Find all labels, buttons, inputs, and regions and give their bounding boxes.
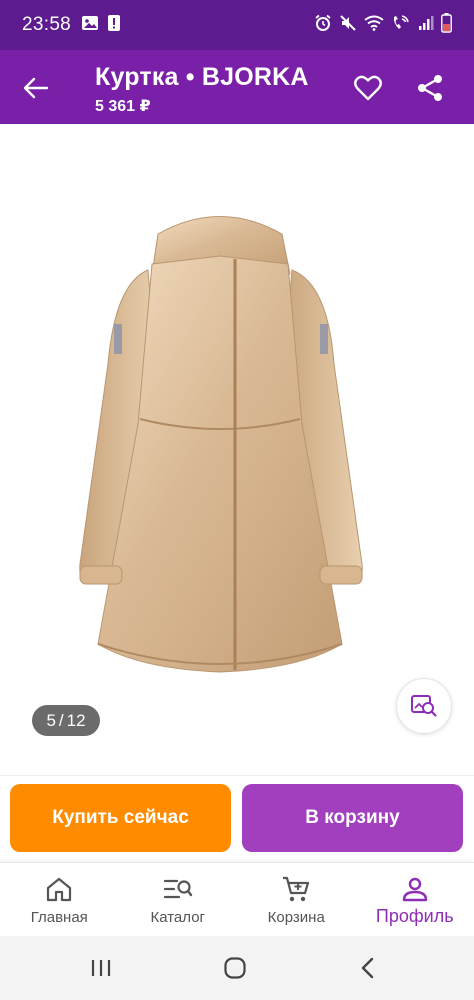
system-navigation-bar <box>0 936 474 1000</box>
nav-label-catalog: Каталог <box>150 909 206 926</box>
cart-icon <box>283 876 310 902</box>
status-time: 23:58 <box>22 14 72 35</box>
visual-search-button[interactable] <box>396 678 452 734</box>
battery-icon <box>441 12 452 38</box>
back-button[interactable] <box>18 70 54 106</box>
heart-icon <box>354 75 382 101</box>
product-price: 5 361 ₽ <box>95 98 151 115</box>
divider <box>0 775 474 776</box>
alert-icon <box>107 14 121 37</box>
nav-label-cart: Корзина <box>267 909 325 926</box>
page-title: Куртка • BJORKA <box>95 63 309 91</box>
mute-icon <box>339 14 357 37</box>
home-system-button[interactable] <box>215 952 255 984</box>
nav-item-home[interactable]: Главная <box>0 863 119 936</box>
image-counter-current: 5 <box>46 710 56 730</box>
arrow-left-icon <box>23 77 49 99</box>
nav-item-profile[interactable]: Профиль <box>356 863 474 936</box>
status-bar: 23:58 <box>0 0 474 50</box>
buy-now-button[interactable]: Купить сейчас <box>10 784 231 852</box>
home-icon <box>47 877 72 902</box>
image-counter-separator: / <box>58 710 64 730</box>
nav-item-catalog[interactable]: Каталог <box>119 863 238 936</box>
image-search-icon <box>411 695 437 717</box>
app-bar: Куртка • BJORKA 5 361 ₽ <box>0 50 474 124</box>
image-icon <box>81 15 99 36</box>
catalog-search-icon <box>163 879 192 899</box>
image-counter-total: 12 <box>66 710 86 730</box>
product-gallery[interactable]: 5 / 12 <box>0 124 474 774</box>
nav-item-cart[interactable]: Корзина <box>237 863 356 936</box>
share-button[interactable] <box>410 70 450 106</box>
signal-icon <box>418 15 434 36</box>
add-to-cart-button[interactable]: В корзину <box>242 784 463 852</box>
wifi-call-icon <box>391 14 411 37</box>
nav-label-home: Главная <box>30 909 88 926</box>
image-counter: 5 / 12 <box>32 705 100 736</box>
alarm-icon <box>314 14 332 37</box>
jacket-image[interactable] <box>70 204 370 684</box>
bottom-navigation: Главная Каталог Корзина Профиль <box>0 862 474 936</box>
chevron-left-icon <box>361 957 374 979</box>
recent-apps-button[interactable] <box>81 952 121 984</box>
home-circle-icon <box>224 957 246 979</box>
favorite-button[interactable] <box>348 70 388 106</box>
recent-apps-icon <box>91 960 111 976</box>
nav-label-profile: Профиль <box>375 906 454 926</box>
back-system-button[interactable] <box>348 952 388 984</box>
profile-icon <box>402 877 427 902</box>
wifi-icon <box>364 15 384 36</box>
share-icon <box>418 75 442 101</box>
